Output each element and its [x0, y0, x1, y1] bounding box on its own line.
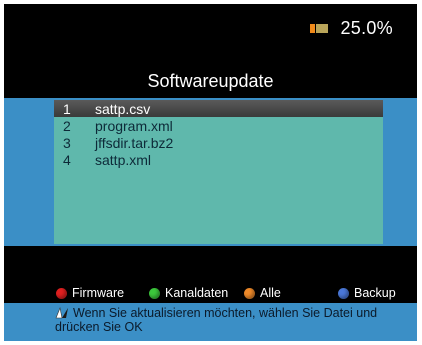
tv-screen: 25.0% Softwareupdate 1 sattp.csv 2 program.… — [4, 4, 417, 341]
file-row[interactable]: 3 jffsdir.tar.bz2 — [54, 134, 383, 151]
kanaldaten-key[interactable]: Kanaldaten — [149, 284, 228, 302]
file-name: program.xml — [95, 117, 173, 134]
file-name: sattp.csv — [95, 100, 151, 117]
battery-icon — [310, 23, 329, 33]
file-list: 1 sattp.csv 2 program.xml 3 jffsdir.tar.bz2 4 s… — [54, 100, 383, 168]
backup-key-label: Backup — [354, 286, 396, 300]
help-text: Wenn Sie aktualisieren möchten, wählen S… — [55, 306, 378, 334]
green-dot-icon — [149, 287, 160, 299]
backup-key[interactable]: Backup — [338, 284, 396, 302]
file-list-panel: 1 sattp.csv 2 program.xml 3 jffsdir.tar.bz2 4 s… — [54, 100, 383, 244]
orange-dot-icon — [244, 287, 255, 299]
page-title: Softwareupdate — [147, 71, 274, 91]
file-row[interactable]: 2 program.xml — [54, 117, 383, 134]
file-number: 3 — [63, 134, 71, 151]
firmware-key-label: Firmware — [72, 286, 125, 300]
alle-key[interactable]: Alle — [244, 284, 281, 302]
file-number: 2 — [63, 117, 71, 134]
firmware-key[interactable]: Firmware — [56, 284, 124, 302]
color-key-legend: Firmware Kanaldaten Alle Backup — [4, 284, 417, 302]
kanaldaten-key-label: Kanaldaten — [165, 286, 229, 300]
file-name: sattp.xml — [95, 151, 152, 168]
file-list-band: 1 sattp.csv 2 program.xml 3 jffsdir.tar.bz2 4 s… — [4, 98, 417, 246]
red-dot-icon — [56, 287, 67, 299]
help-bar: Wenn Sie aktualisieren möchten, wählen S… — [4, 303, 417, 341]
file-row[interactable]: 4 sattp.xml — [54, 151, 383, 168]
blue-dot-icon — [338, 287, 349, 299]
status-percentage: 25.0% — [340, 17, 393, 38]
status-area: 25.0% — [310, 16, 393, 40]
file-number: 1 — [63, 100, 71, 117]
alle-key-label: Alle — [260, 286, 281, 300]
file-name: jffsdir.tar.bz2 — [95, 134, 174, 151]
file-row[interactable]: 1 sattp.csv — [54, 100, 383, 117]
file-number: 4 — [63, 151, 71, 168]
